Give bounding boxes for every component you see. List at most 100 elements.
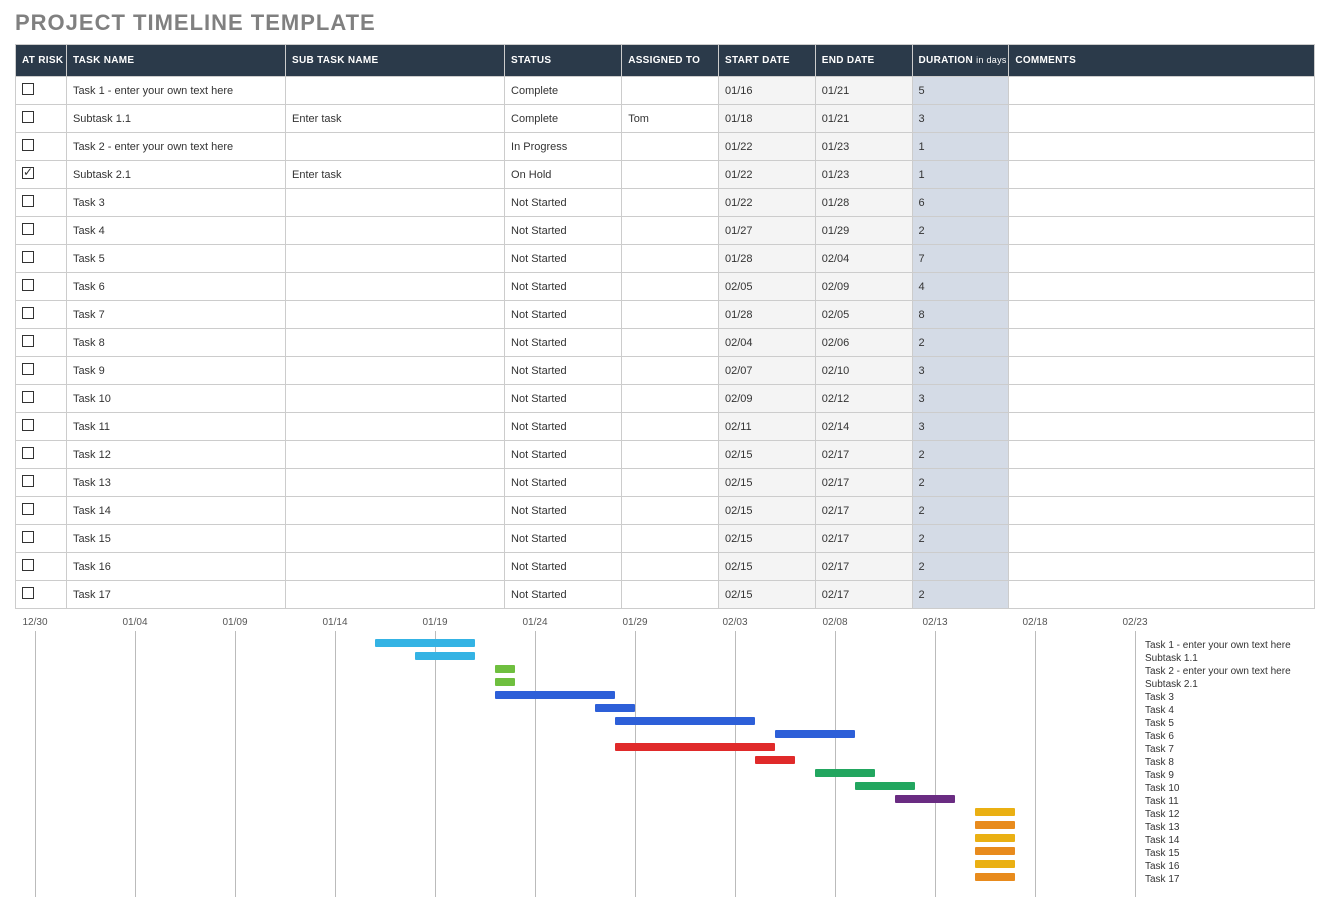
risk-checkbox[interactable] xyxy=(22,223,34,235)
comments-cell[interactable] xyxy=(1009,469,1315,497)
task-name-cell[interactable]: Task 2 - enter your own text here xyxy=(66,133,285,161)
task-name-cell[interactable]: Task 17 xyxy=(66,581,285,609)
start-date-cell[interactable]: 02/11 xyxy=(718,413,815,441)
task-name-cell[interactable]: Task 8 xyxy=(66,329,285,357)
comments-cell[interactable] xyxy=(1009,133,1315,161)
comments-cell[interactable] xyxy=(1009,385,1315,413)
subtask-name-cell[interactable] xyxy=(285,273,504,301)
assigned-cell[interactable] xyxy=(622,133,719,161)
end-date-cell[interactable]: 02/09 xyxy=(815,273,912,301)
risk-checkbox[interactable] xyxy=(22,419,34,431)
task-name-cell[interactable]: Task 14 xyxy=(66,497,285,525)
task-name-cell[interactable]: Subtask 1.1 xyxy=(66,105,285,133)
assigned-cell[interactable] xyxy=(622,525,719,553)
start-date-cell[interactable]: 01/28 xyxy=(718,245,815,273)
subtask-name-cell[interactable] xyxy=(285,329,504,357)
end-date-cell[interactable]: 01/29 xyxy=(815,217,912,245)
end-date-cell[interactable]: 02/14 xyxy=(815,413,912,441)
subtask-name-cell[interactable] xyxy=(285,385,504,413)
subtask-name-cell[interactable]: Enter task xyxy=(285,161,504,189)
risk-checkbox[interactable] xyxy=(22,391,34,403)
task-name-cell[interactable]: Task 3 xyxy=(66,189,285,217)
risk-checkbox[interactable] xyxy=(22,167,34,179)
status-cell[interactable]: Not Started xyxy=(505,245,622,273)
risk-checkbox[interactable] xyxy=(22,111,34,123)
status-cell[interactable]: Not Started xyxy=(505,217,622,245)
risk-cell[interactable] xyxy=(16,301,67,329)
task-name-cell[interactable]: Subtask 2.1 xyxy=(66,161,285,189)
status-cell[interactable]: Not Started xyxy=(505,525,622,553)
status-cell[interactable]: Not Started xyxy=(505,469,622,497)
status-cell[interactable]: Not Started xyxy=(505,413,622,441)
start-date-cell[interactable]: 01/22 xyxy=(718,133,815,161)
end-date-cell[interactable]: 02/17 xyxy=(815,581,912,609)
end-date-cell[interactable]: 02/17 xyxy=(815,553,912,581)
subtask-name-cell[interactable] xyxy=(285,581,504,609)
risk-checkbox[interactable] xyxy=(22,447,34,459)
end-date-cell[interactable]: 02/06 xyxy=(815,329,912,357)
subtask-name-cell[interactable]: Enter task xyxy=(285,105,504,133)
comments-cell[interactable] xyxy=(1009,553,1315,581)
assigned-cell[interactable] xyxy=(622,301,719,329)
risk-cell[interactable] xyxy=(16,357,67,385)
comments-cell[interactable] xyxy=(1009,497,1315,525)
end-date-cell[interactable]: 01/28 xyxy=(815,189,912,217)
start-date-cell[interactable]: 02/04 xyxy=(718,329,815,357)
end-date-cell[interactable]: 02/17 xyxy=(815,497,912,525)
task-name-cell[interactable]: Task 11 xyxy=(66,413,285,441)
comments-cell[interactable] xyxy=(1009,77,1315,105)
task-name-cell[interactable]: Task 5 xyxy=(66,245,285,273)
subtask-name-cell[interactable] xyxy=(285,77,504,105)
end-date-cell[interactable]: 01/21 xyxy=(815,105,912,133)
risk-cell[interactable] xyxy=(16,329,67,357)
task-name-cell[interactable]: Task 6 xyxy=(66,273,285,301)
end-date-cell[interactable]: 02/04 xyxy=(815,245,912,273)
end-date-cell[interactable]: 01/23 xyxy=(815,133,912,161)
start-date-cell[interactable]: 01/16 xyxy=(718,77,815,105)
start-date-cell[interactable]: 01/27 xyxy=(718,217,815,245)
end-date-cell[interactable]: 02/12 xyxy=(815,385,912,413)
end-date-cell[interactable]: 02/17 xyxy=(815,469,912,497)
subtask-name-cell[interactable] xyxy=(285,525,504,553)
risk-checkbox[interactable] xyxy=(22,531,34,543)
start-date-cell[interactable]: 01/28 xyxy=(718,301,815,329)
task-name-cell[interactable]: Task 7 xyxy=(66,301,285,329)
risk-checkbox[interactable] xyxy=(22,307,34,319)
assigned-cell[interactable] xyxy=(622,441,719,469)
assigned-cell[interactable] xyxy=(622,581,719,609)
risk-cell[interactable] xyxy=(16,133,67,161)
comments-cell[interactable] xyxy=(1009,105,1315,133)
comments-cell[interactable] xyxy=(1009,441,1315,469)
subtask-name-cell[interactable] xyxy=(285,189,504,217)
status-cell[interactable]: Not Started xyxy=(505,189,622,217)
risk-checkbox[interactable] xyxy=(22,83,34,95)
risk-cell[interactable] xyxy=(16,217,67,245)
start-date-cell[interactable]: 02/15 xyxy=(718,497,815,525)
comments-cell[interactable] xyxy=(1009,245,1315,273)
assigned-cell[interactable] xyxy=(622,469,719,497)
comments-cell[interactable] xyxy=(1009,161,1315,189)
start-date-cell[interactable]: 02/15 xyxy=(718,469,815,497)
comments-cell[interactable] xyxy=(1009,301,1315,329)
assigned-cell[interactable] xyxy=(622,245,719,273)
start-date-cell[interactable]: 02/09 xyxy=(718,385,815,413)
task-name-cell[interactable]: Task 15 xyxy=(66,525,285,553)
status-cell[interactable]: Not Started xyxy=(505,357,622,385)
assigned-cell[interactable]: Tom xyxy=(622,105,719,133)
status-cell[interactable]: Not Started xyxy=(505,497,622,525)
subtask-name-cell[interactable] xyxy=(285,217,504,245)
assigned-cell[interactable] xyxy=(622,553,719,581)
status-cell[interactable]: Complete xyxy=(505,105,622,133)
risk-checkbox[interactable] xyxy=(22,139,34,151)
subtask-name-cell[interactable] xyxy=(285,245,504,273)
comments-cell[interactable] xyxy=(1009,217,1315,245)
risk-checkbox[interactable] xyxy=(22,195,34,207)
subtask-name-cell[interactable] xyxy=(285,469,504,497)
comments-cell[interactable] xyxy=(1009,329,1315,357)
assigned-cell[interactable] xyxy=(622,329,719,357)
risk-checkbox[interactable] xyxy=(22,251,34,263)
start-date-cell[interactable]: 02/15 xyxy=(718,441,815,469)
start-date-cell[interactable]: 02/07 xyxy=(718,357,815,385)
assigned-cell[interactable] xyxy=(622,497,719,525)
subtask-name-cell[interactable] xyxy=(285,553,504,581)
